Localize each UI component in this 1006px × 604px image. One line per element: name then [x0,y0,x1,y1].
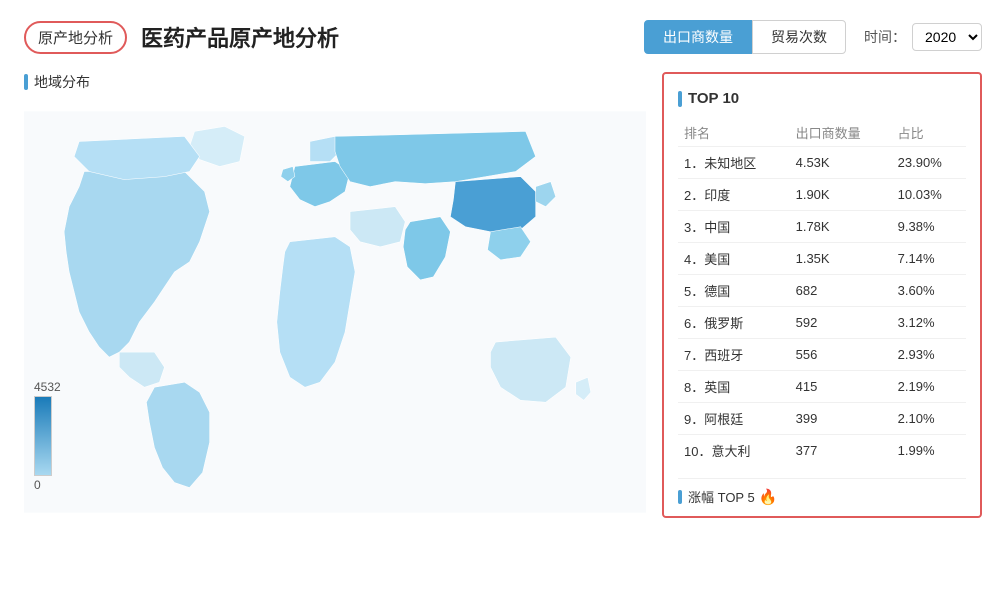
cell-rank: 5．德国 [678,275,790,307]
table-row: 1．未知地区 4.53K 23.90% [678,147,966,179]
table-row: 5．德国 682 3.60% [678,275,966,307]
cell-rank: 2．印度 [678,179,790,211]
world-map [24,102,646,522]
table-row: 3．中国 1.78K 9.38% [678,211,966,243]
cell-value: 682 [790,275,892,307]
top10-table: 排名 出口商数量 占比 1．未知地区 4.53K 23.90% 2．印度 1.9… [678,119,966,466]
col-value: 出口商数量 [790,119,892,147]
cell-rank: 10．意大利 [678,435,790,467]
tab-exporters[interactable]: 出口商数量 [644,20,752,54]
rise-top-label: 涨幅 TOP 5 [688,487,755,506]
table-row: 4．美国 1.35K 7.14% [678,243,966,275]
cell-percent: 10.03% [892,179,966,211]
map-section-label: 地域分布 [24,72,646,92]
fire-icon: 🔥 [759,488,778,506]
map-legend: 4532 0 [34,380,61,492]
cell-rank: 4．美国 [678,243,790,275]
header: 原产地分析 医药产品原产地分析 出口商数量 贸易次数 时间： 2020 2019… [24,20,982,54]
cell-percent: 2.19% [892,371,966,403]
cell-value: 1.90K [790,179,892,211]
time-label: 时间： [864,27,906,47]
tab-trades[interactable]: 贸易次数 [752,20,846,54]
legend-min: 0 [34,478,41,492]
cell-rank: 9．阿根廷 [678,403,790,435]
right-panel: TOP 10 排名 出口商数量 占比 1．未知地区 4.53K 23.90% 2… [662,72,982,522]
rise-top: 涨幅 TOP 5 🔥 [678,478,966,506]
cell-value: 399 [790,403,892,435]
col-percent: 占比 [892,119,966,147]
legend-max: 4532 [34,380,61,394]
cell-percent: 3.12% [892,307,966,339]
cell-rank: 3．中国 [678,211,790,243]
cell-percent: 7.14% [892,243,966,275]
cell-percent: 1.99% [892,435,966,467]
table-row: 6．俄罗斯 592 3.12% [678,307,966,339]
table-row: 2．印度 1.90K 10.03% [678,179,966,211]
cell-rank: 7．西班牙 [678,339,790,371]
table-row: 9．阿根廷 399 2.10% [678,403,966,435]
table-row: 8．英国 415 2.19% [678,371,966,403]
cell-value: 377 [790,435,892,467]
page: 原产地分析 医药产品原产地分析 出口商数量 贸易次数 时间： 2020 2019… [0,0,1006,604]
cell-value: 592 [790,307,892,339]
cell-rank: 6．俄罗斯 [678,307,790,339]
cell-value: 1.35K [790,243,892,275]
table-row: 7．西班牙 556 2.93% [678,339,966,371]
cell-value: 1.78K [790,211,892,243]
cell-percent: 9.38% [892,211,966,243]
top10-box: TOP 10 排名 出口商数量 占比 1．未知地区 4.53K 23.90% 2… [662,72,982,518]
top10-title: TOP 10 [678,90,966,107]
cell-value: 415 [790,371,892,403]
table-row: 10．意大利 377 1.99% [678,435,966,467]
cell-value: 556 [790,339,892,371]
cell-percent: 3.60% [892,275,966,307]
map-area: 地域分布 [24,72,646,522]
col-rank: 排名 [678,119,790,147]
cell-percent: 23.90% [892,147,966,179]
page-title: 医药产品原产地分析 [141,21,644,53]
legend-bar [34,396,52,476]
cell-rank: 1．未知地区 [678,147,790,179]
cell-percent: 2.93% [892,339,966,371]
breadcrumb-badge[interactable]: 原产地分析 [24,21,127,54]
cell-percent: 2.10% [892,403,966,435]
cell-rank: 8．英国 [678,371,790,403]
tab-group: 出口商数量 贸易次数 [644,20,846,54]
cell-value: 4.53K [790,147,892,179]
year-select[interactable]: 2020 2019 2018 [912,23,982,51]
body: 地域分布 [24,72,982,522]
map-container: 4532 0 [24,102,646,522]
